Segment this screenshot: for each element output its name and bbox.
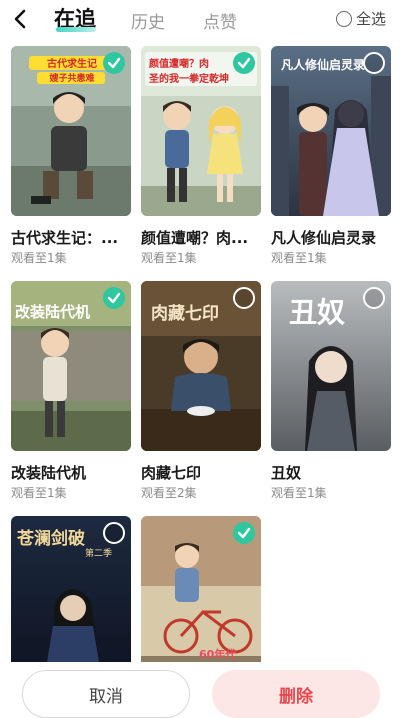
selection-check[interactable] <box>103 287 125 309</box>
drama-title: 凡人修仙启灵录 <box>271 229 377 247</box>
cover-subtitle-text: 嫂子共患难 <box>49 74 95 84</box>
check-icon <box>237 57 251 69</box>
drama-cover[interactable]: 丑奴 <box>271 281 391 451</box>
selection-check[interactable] <box>363 52 385 74</box>
check-icon <box>107 57 121 69</box>
watch-progress: 观看至1集 <box>11 251 67 265</box>
watch-progress: 观看至1集 <box>141 251 197 265</box>
top-bar: 在追 历史 点赞 全选 <box>0 0 400 40</box>
cover-title-text: 古代求生记 <box>47 59 97 70</box>
tab-likes[interactable]: 点赞 <box>203 8 237 33</box>
check-icon <box>237 527 251 539</box>
active-tab-indicator <box>56 27 96 32</box>
radio-circle-icon <box>335 10 352 27</box>
check-icon <box>107 292 121 304</box>
drama-cover[interactable]: 改装陆代机 <box>11 281 131 451</box>
cover-title-text: 改装陆代机 <box>15 303 91 321</box>
watch-progress: 观看至1集 <box>271 251 327 265</box>
watch-progress: 观看至1集 <box>11 486 67 500</box>
drama-cover[interactable]: 古代求生记 嫂子共患难 <box>11 46 131 216</box>
drama-title: 丑奴 <box>271 464 302 482</box>
drama-title: 古代求生记：... <box>11 229 119 247</box>
selection-check[interactable] <box>233 52 255 74</box>
drama-cover[interactable]: 60年代 <box>141 516 261 686</box>
selection-check[interactable] <box>363 287 385 309</box>
bottom-action-bar: 取消 删除 <box>0 662 400 718</box>
cover-subtitle-text: 第二季 <box>85 549 113 559</box>
selection-check[interactable] <box>103 522 125 544</box>
drama-title: 肉藏七印 <box>141 464 202 482</box>
drama-cover[interactable]: 苍澜剑破 第二季 <box>11 516 131 686</box>
drama-cover[interactable]: 凡人修仙启灵录 <box>271 46 391 216</box>
cancel-button[interactable]: 取消 <box>22 670 190 718</box>
drama-title: 改装陆代机 <box>11 464 87 482</box>
selection-check[interactable] <box>103 52 125 74</box>
select-all-label: 全选 <box>355 10 386 28</box>
tab-history[interactable]: 历史 <box>131 8 165 33</box>
drama-title: 颜值遭嘲？肉... <box>141 229 249 247</box>
selection-check[interactable] <box>233 522 255 544</box>
chevron-left-icon[interactable] <box>8 6 34 32</box>
watch-progress: 观看至2集 <box>141 486 197 500</box>
select-all-toggle[interactable]: 全选 <box>335 8 386 29</box>
selection-check[interactable] <box>233 287 255 309</box>
delete-button[interactable]: 删除 <box>212 670 380 718</box>
cover-title-text: 60年代 <box>199 648 237 661</box>
drama-cover[interactable]: 颜值遭嘲？肉 圣的我一拳定乾坤 <box>141 46 261 216</box>
drama-cover[interactable]: 肉藏七印 <box>141 281 261 451</box>
watch-progress: 观看至1集 <box>271 486 327 500</box>
